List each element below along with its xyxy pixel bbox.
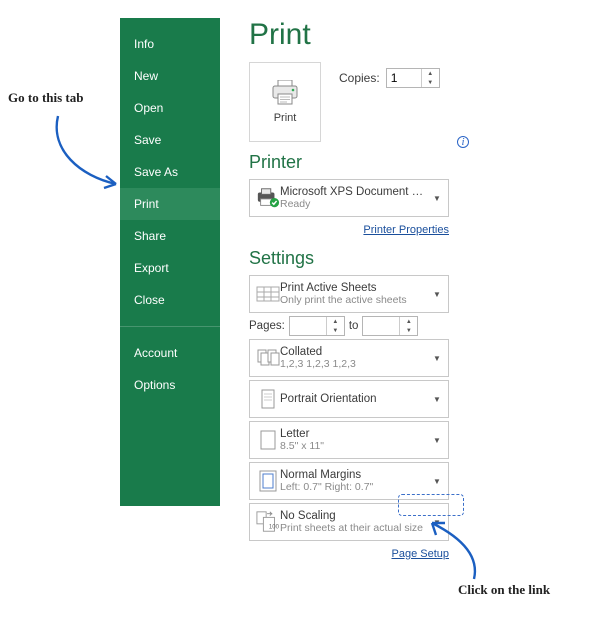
copies-up[interactable]: ▲ [422, 69, 439, 78]
collation-subtitle: 1,2,3 1,2,3 1,2,3 [280, 358, 430, 370]
sidebar-item-share[interactable]: Share [120, 220, 220, 252]
info-icon[interactable]: i [457, 136, 469, 148]
scaling-icon: 100 [256, 508, 280, 536]
orientation-title: Portrait Orientation [280, 393, 430, 405]
sheets-icon [256, 280, 280, 308]
sidebar-divider [120, 326, 220, 327]
chevron-down-icon: ▼ [430, 477, 444, 486]
print-button-label: Print [274, 112, 297, 124]
collation-title: Collated [280, 346, 430, 358]
sidebar-item-account[interactable]: Account [120, 337, 220, 369]
margins-subtitle: Left: 0.7" Right: 0.7" [280, 481, 430, 493]
svg-text:100: 100 [269, 524, 280, 530]
pages-from-spinner[interactable]: ▲▼ [289, 316, 345, 336]
pages-to-down[interactable]: ▼ [400, 326, 417, 335]
page-icon [256, 426, 280, 454]
chevron-down-icon: ▼ [430, 395, 444, 404]
printer-name: Microsoft XPS Document W… [280, 186, 430, 198]
margins-icon [256, 467, 280, 495]
pages-range: Pages: ▲▼ to ▲▼ [249, 316, 449, 336]
sidebar-item-save-as[interactable]: Save As [120, 156, 220, 188]
pages-to-label: to [349, 320, 359, 332]
orientation-dropdown[interactable]: Portrait Orientation ▼ [249, 380, 449, 418]
printer-icon [270, 80, 300, 106]
pages-to-input[interactable] [363, 317, 399, 335]
copies-label: Copies: [339, 71, 380, 85]
annotation-highlight-box [398, 494, 464, 516]
printer-status: Ready [280, 198, 430, 210]
sidebar-item-print[interactable]: Print [120, 188, 220, 220]
copies-down[interactable]: ▼ [422, 78, 439, 87]
paper-title: Letter [280, 428, 430, 440]
printer-heading: Printer [249, 152, 469, 173]
printer-dropdown[interactable]: Microsoft XPS Document W… Ready ▼ [249, 179, 449, 217]
chevron-down-icon: ▼ [430, 354, 444, 363]
sidebar-item-export[interactable]: Export [120, 252, 220, 284]
settings-heading: Settings [249, 248, 469, 269]
print-button[interactable]: Print [249, 62, 321, 142]
copies-spinner[interactable]: ▲ ▼ [386, 68, 440, 88]
file-menu-sidebar: Info New Open Save Save As Print Share E… [120, 18, 220, 506]
annotation-go-to-tab: Go to this tab [8, 90, 83, 106]
print-what-subtitle: Only print the active sheets [280, 294, 430, 306]
chevron-down-icon: ▼ [430, 194, 444, 203]
sidebar-item-new[interactable]: New [120, 60, 220, 92]
print-panel: Print Print Copies: [249, 18, 469, 570]
pages-label: Pages: [249, 320, 285, 332]
pages-from-down[interactable]: ▼ [327, 326, 344, 335]
annotation-arrow-2 [418, 517, 498, 587]
margins-title: Normal Margins [280, 469, 430, 481]
chevron-down-icon: ▼ [430, 290, 444, 299]
chevron-down-icon: ▼ [430, 436, 444, 445]
paper-subtitle: 8.5" x 11" [280, 440, 430, 452]
printer-properties-link[interactable]: Printer Properties [363, 224, 449, 236]
copies-input[interactable] [387, 69, 421, 87]
sidebar-item-open[interactable]: Open [120, 92, 220, 124]
pages-to-up[interactable]: ▲ [400, 317, 417, 326]
annotation-click-link: Click on the link [458, 582, 550, 598]
page-title: Print [249, 18, 469, 52]
sidebar-item-options[interactable]: Options [120, 369, 220, 401]
print-what-title: Print Active Sheets [280, 282, 430, 294]
pages-from-input[interactable] [290, 317, 326, 335]
print-what-dropdown[interactable]: Print Active Sheets Only print the activ… [249, 275, 449, 313]
copies-control: Copies: ▲ ▼ [339, 68, 440, 88]
collated-icon [256, 344, 280, 372]
pages-from-up[interactable]: ▲ [327, 317, 344, 326]
portrait-icon [256, 385, 280, 413]
sidebar-item-close[interactable]: Close [120, 284, 220, 316]
sidebar-item-info[interactable]: Info [120, 28, 220, 60]
annotation-arrow-1 [40, 110, 128, 198]
printer-status-icon [256, 184, 280, 212]
paper-size-dropdown[interactable]: Letter 8.5" x 11" ▼ [249, 421, 449, 459]
scaling-subtitle: Print sheets at their actual size [280, 522, 430, 534]
pages-to-spinner[interactable]: ▲▼ [362, 316, 418, 336]
sidebar-item-save[interactable]: Save [120, 124, 220, 156]
collation-dropdown[interactable]: Collated 1,2,3 1,2,3 1,2,3 ▼ [249, 339, 449, 377]
